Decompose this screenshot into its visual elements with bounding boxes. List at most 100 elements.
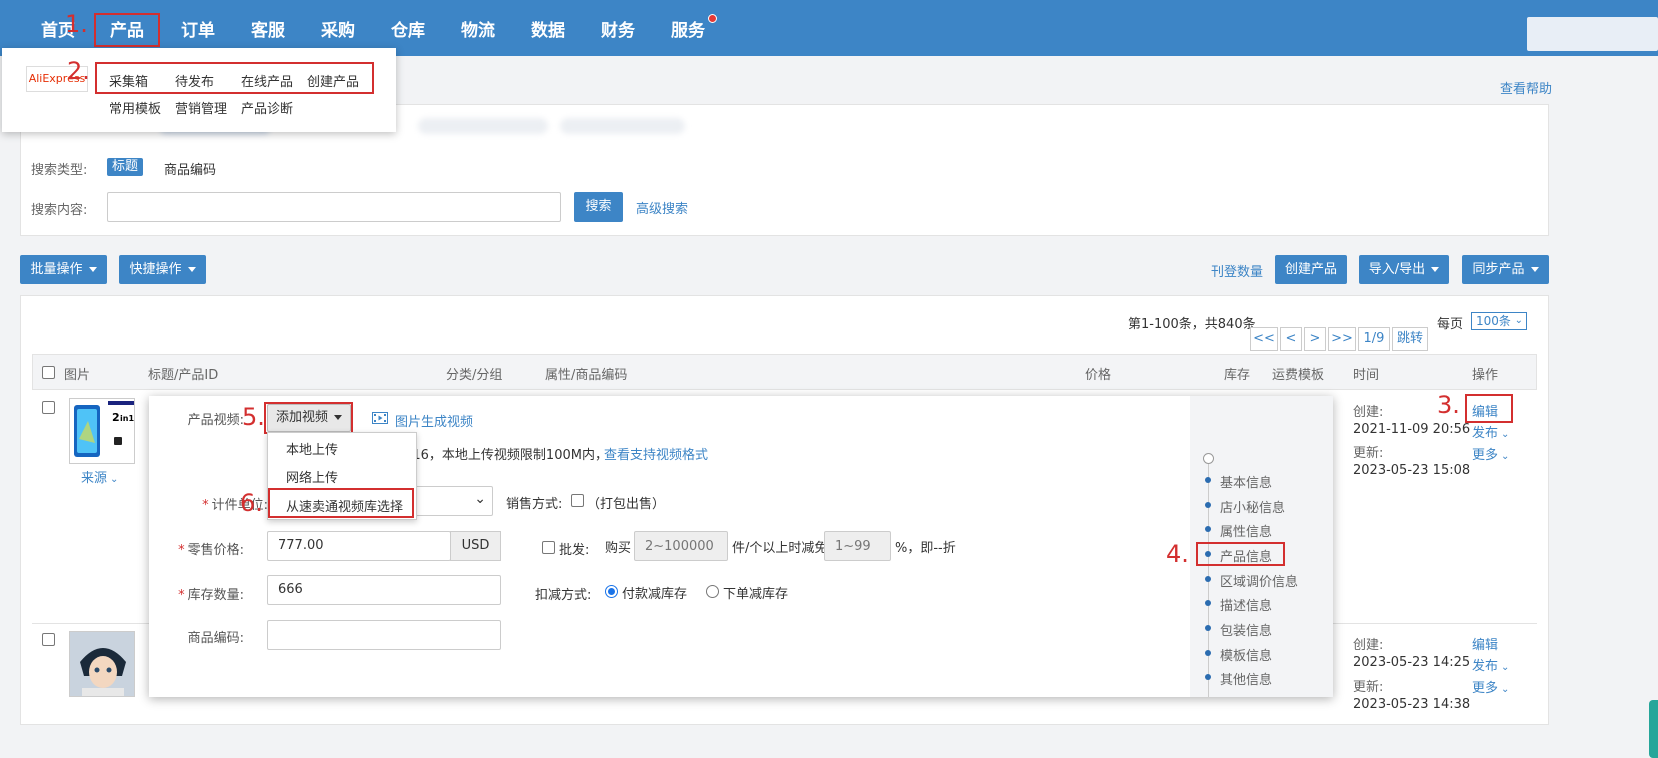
listing-count-link[interactable]: 刊登数量 [1211, 261, 1263, 280]
edit-link[interactable]: 编辑 [1472, 634, 1498, 653]
phone-product-image: 2 in1 [74, 401, 134, 457]
step-dot [1205, 650, 1211, 656]
select-all-checkbox[interactable] [42, 366, 55, 379]
chevron-down-icon [1530, 267, 1539, 272]
qty-suffix: 件/个以上时减免 [732, 541, 828, 556]
header-image: 图片 [64, 368, 91, 383]
step-start-circle [1203, 453, 1214, 464]
row-checkbox[interactable] [42, 401, 55, 414]
updated-time: 2023-05-23 14:38 [1353, 697, 1471, 712]
wholesale-checkbox[interactable] [542, 541, 555, 554]
nav-data[interactable]: 数据 [531, 0, 565, 56]
created-label: 创建: [1353, 405, 1384, 420]
film-icon [372, 411, 388, 425]
publish-link[interactable]: 发布 ⌄ [1472, 655, 1509, 674]
batch-actions-button[interactable]: 批量操作 [20, 255, 107, 284]
nav-warehouse[interactable]: 仓库 [391, 0, 425, 56]
search-input[interactable] [107, 192, 561, 222]
menu-marketing[interactable]: 营销管理 [175, 98, 227, 117]
required-marker: * [178, 543, 185, 558]
more-link[interactable]: 更多 ⌄ [1472, 444, 1509, 463]
step-other-info[interactable]: 其他信息 [1220, 669, 1272, 688]
step-dot [1205, 576, 1211, 582]
discount-input[interactable] [824, 531, 891, 561]
retail-price-input[interactable]: 777.00 [267, 531, 451, 561]
deduct-on-order-radio[interactable] [706, 585, 719, 598]
nav-services[interactable]: 服务 [671, 0, 705, 56]
annotation-box-2 [95, 62, 374, 94]
stock-input[interactable]: 666 [267, 575, 501, 605]
create-product-button[interactable]: 创建产品 [1275, 255, 1347, 284]
user-account-area[interactable] [1527, 17, 1658, 51]
deduct-on-order-label: 下单减库存 [723, 587, 789, 602]
chevron-down-icon: ⌄ [1501, 451, 1510, 462]
more-label: 更多 [1472, 681, 1499, 696]
annotation-box-6 [268, 488, 414, 518]
search-button[interactable]: 搜索 [574, 192, 623, 222]
wholesale-qty-input[interactable] [634, 531, 728, 561]
advanced-search-link[interactable]: 高级搜索 [636, 198, 688, 217]
step-description-info[interactable]: 描述信息 [1220, 595, 1272, 614]
source-link[interactable]: 来源 ⌄ [81, 467, 118, 486]
package-sale-checkbox[interactable] [571, 494, 584, 507]
wholesale-label: 批发: [559, 543, 590, 558]
deduct-on-payment-radio[interactable] [605, 585, 618, 598]
page-next-button[interactable]: > [1304, 327, 1326, 351]
step-attribute-info[interactable]: 属性信息 [1220, 521, 1272, 540]
step-dot [1205, 625, 1211, 631]
sale-mode-label: 销售方式: [506, 497, 563, 512]
source-label: 来源 [81, 471, 108, 486]
product-thumbnail[interactable] [69, 631, 135, 697]
publish-link[interactable]: 发布 ⌄ [1472, 422, 1509, 441]
menu-network-upload[interactable]: 网络上传 [286, 467, 338, 486]
search-type-title[interactable]: 标题 [107, 158, 144, 176]
chevron-down-icon [1431, 267, 1440, 272]
step-dot [1205, 600, 1211, 606]
page-jump-button[interactable]: 跳转 [1392, 327, 1428, 351]
per-page-value: 100条 [1476, 314, 1511, 328]
menu-local-upload[interactable]: 本地上传 [286, 439, 338, 458]
annotation-box-3 [1465, 394, 1513, 423]
header-time: 时间 [1353, 368, 1380, 383]
step-regional-pricing[interactable]: 区域调价信息 [1220, 571, 1298, 590]
video-formats-link[interactable]: 查看支持视频格式 [604, 444, 708, 463]
page-prev-button[interactable]: < [1280, 327, 1302, 351]
blurred-field [418, 118, 548, 134]
search-type-sku[interactable]: 商品编码 [164, 159, 216, 178]
annotation-3: 3. [1437, 391, 1460, 419]
updated-label: 更新: [1353, 446, 1384, 461]
side-widget-tab[interactable] [1649, 700, 1658, 758]
row-checkbox[interactable] [42, 633, 55, 646]
page-last-button[interactable]: >> [1328, 327, 1356, 351]
chevron-down-icon: ⌄ [110, 474, 119, 485]
chevron-down-icon: ⌄ [474, 491, 486, 507]
chevron-down-icon [88, 267, 97, 272]
import-export-button[interactable]: 导入/导出 [1359, 255, 1449, 284]
nav-finance[interactable]: 财务 [601, 0, 635, 56]
more-link[interactable]: 更多 ⌄ [1472, 677, 1509, 696]
quick-actions-button[interactable]: 快捷操作 [119, 255, 206, 284]
per-page-label: 每页 [1437, 317, 1464, 332]
sku-input[interactable] [267, 620, 501, 650]
required-marker: * [202, 498, 209, 513]
product-thumbnail[interactable]: 2 in1 [69, 398, 135, 464]
image-to-video-link[interactable]: 图片生成视频 [395, 411, 473, 430]
sync-products-button[interactable]: 同步产品 [1462, 255, 1549, 284]
step-dianxiaomi-info[interactable]: 店小秘信息 [1220, 497, 1285, 516]
page-first-button[interactable]: << [1250, 327, 1278, 351]
help-link[interactable]: 查看帮助 [1500, 78, 1552, 97]
nav-logistics[interactable]: 物流 [461, 0, 495, 56]
chevron-down-icon: ⌄ [1501, 684, 1510, 695]
publish-label: 发布 [1472, 426, 1499, 441]
menu-product-diagnosis[interactable]: 产品诊断 [241, 98, 293, 117]
stock-label-text: 库存数量: [187, 588, 244, 603]
video-note: :16，本地上传视频限制100M内， [408, 448, 608, 463]
step-package-info[interactable]: 包装信息 [1220, 620, 1272, 639]
created-time: 2023-05-23 14:25 [1353, 655, 1471, 670]
per-page-select[interactable]: 100条 ⌄ [1471, 312, 1527, 330]
annotation-6: 6. [240, 489, 263, 517]
step-basic-info[interactable]: 基本信息 [1220, 472, 1272, 491]
menu-common-templates[interactable]: 常用模板 [109, 98, 161, 117]
step-template-info[interactable]: 模板信息 [1220, 645, 1272, 664]
annotation-box-5 [264, 402, 353, 434]
